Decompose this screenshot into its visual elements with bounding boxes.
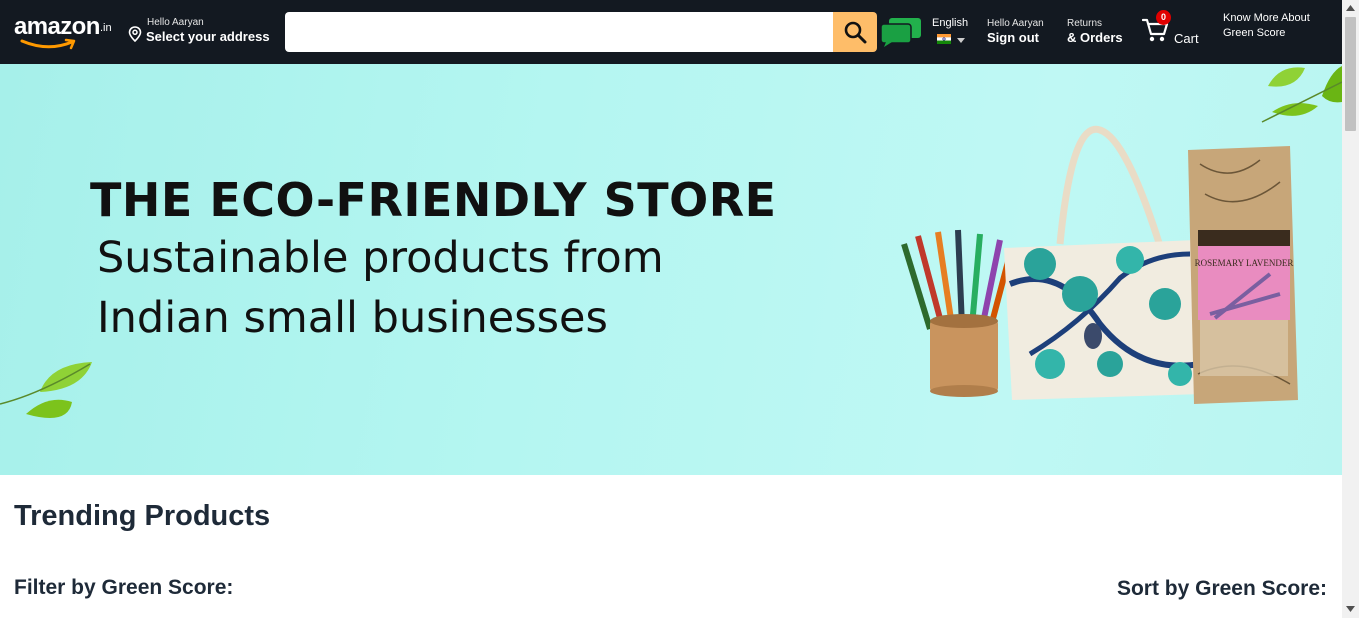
filter-green-score-label: Filter by Green Score: (14, 576, 234, 599)
leaf-icon (0, 362, 92, 418)
banner-subtitle-line2: Indian small businesses (97, 293, 608, 343)
address-greeting: Hello Aaryan (147, 17, 204, 28)
india-flag-icon (937, 34, 951, 44)
banner-subtitle-line1: Sustainable products from (97, 233, 664, 283)
account-greeting: Hello Aaryan (987, 18, 1044, 29)
scroll-up-arrow-icon[interactable] (1346, 5, 1355, 11)
cart-label: Cart (1174, 31, 1199, 46)
search-icon (844, 21, 867, 44)
banner-title: THE ECO-FRIENDLY STORE (90, 173, 777, 227)
product-box-image: ROSEMARY LAVENDER (1188, 146, 1298, 404)
deliver-address[interactable]: Hello Aaryan Select your address (128, 16, 278, 48)
sign-out-link: Sign out (987, 30, 1039, 45)
location-pin-icon (128, 26, 142, 42)
search-input[interactable] (285, 12, 833, 52)
cart-count-badge: 0 (1156, 10, 1171, 25)
smile-arrow-icon (20, 38, 76, 50)
product-label: ROSEMARY LAVENDER (1195, 258, 1294, 268)
chat-button[interactable] (880, 16, 922, 48)
trending-products-heading: Trending Products (14, 500, 271, 532)
orders-label: & Orders (1067, 30, 1123, 45)
logo-wordmark: amazon (14, 13, 100, 40)
sort-green-score-label: Sort by Green Score: (1116, 577, 1327, 600)
pencil-cup-image (901, 229, 1013, 397)
language-label: English (932, 17, 969, 29)
scrollbar-thumb[interactable] (1345, 17, 1356, 131)
returns-label: Returns (1067, 18, 1103, 29)
eco-store-banner[interactable]: ROSEMARY LAVENDER THE ECO-FRIENDLY STORE… (0, 64, 1342, 475)
amazon-logo[interactable]: amazon .in (14, 14, 116, 50)
caret-down-icon (957, 38, 965, 43)
cart-button[interactable]: 0 Cart (1142, 10, 1204, 50)
leaf-icon (1261, 66, 1342, 123)
chat-bubbles-icon (880, 18, 921, 47)
address-label: Select your address (146, 29, 270, 44)
top-navbar: amazon .in Hello Aaryan Select your addr… (0, 0, 1342, 64)
vertical-scrollbar[interactable] (1342, 0, 1359, 618)
search-button[interactable] (833, 12, 877, 52)
language-selector[interactable]: English (932, 17, 972, 49)
green-score-link[interactable]: Know More About Green Score (1223, 11, 1313, 41)
logo-tld: .in (100, 22, 112, 34)
scroll-down-arrow-icon[interactable] (1346, 606, 1355, 612)
tote-bag-image (1004, 125, 1202, 400)
